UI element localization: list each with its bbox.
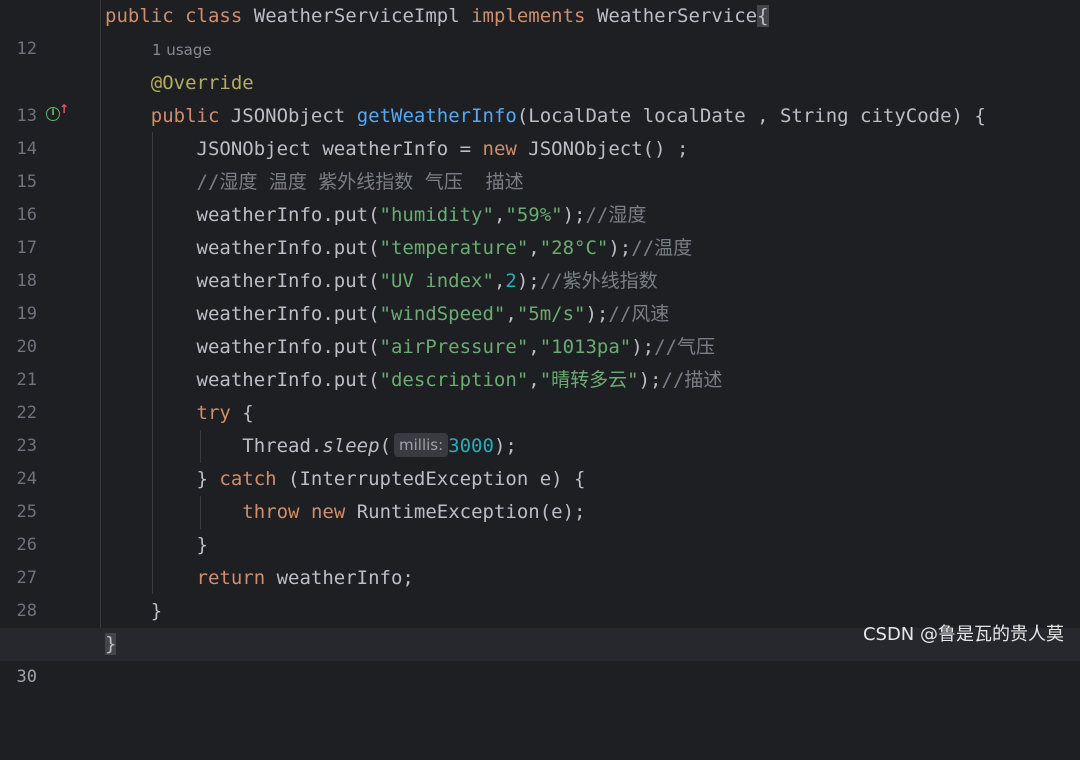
line-number[interactable]: 12 [0,33,37,66]
implementing-method-icon[interactable]: I [46,107,60,121]
code-editor[interactable]: 12 public class WeatherServiceImpl imple… [0,0,1080,687]
code-line[interactable]: 24 Thread.sleep(millis: 3000); [0,430,1080,489]
csdn-watermark: CSDN @鲁是瓦的贵人莫 [862,624,1064,645]
code-line[interactable]: 19 weatherInfo.put("UV index",2);//紫外线指数 [0,265,1080,324]
code-line[interactable]: 26 throw new RuntimeException(e); [0,496,1080,555]
code-line[interactable]: 20 weatherInfo.put("windSpeed","5m/s");/… [0,298,1080,357]
usage-hint[interactable]: 1 usage [152,34,212,67]
code-line[interactable]: 17 weatherInfo.put("humidity","59%");//湿… [0,199,1080,258]
code-line[interactable]: 22 weatherInfo.put("description","晴转多云")… [0,364,1080,423]
code-line[interactable]: 15 JSONObject weatherInfo = new JSONObje… [0,133,1080,192]
code-line[interactable]: 18 weatherInfo.put("temperature","28°C")… [0,232,1080,291]
code-line[interactable]: 21 weatherInfo.put("airPressure","1013pa… [0,331,1080,390]
code-line[interactable]: 23 try { [0,397,1080,456]
code-line[interactable]: 27 } [0,529,1080,588]
overrides-up-arrow-icon[interactable]: ↑ [59,102,69,116]
code-line[interactable]: 25 } catch (InterruptedException e) { [0,463,1080,522]
code-line[interactable]: 12 public class WeatherServiceImpl imple… [0,0,1080,59]
code-line[interactable]: 28 return weatherInfo; [0,562,1080,621]
parameter-hint: millis: [394,433,449,457]
code-line[interactable]: 14 public JSONObject getWeatherInfo(Loca… [0,100,1080,159]
code-line[interactable]: 13 @Override [0,67,1080,126]
code-line[interactable]: 16 //湿度 温度 紫外线指数 气压 描述 [0,166,1080,225]
line-number[interactable]: 30 [0,661,37,694]
